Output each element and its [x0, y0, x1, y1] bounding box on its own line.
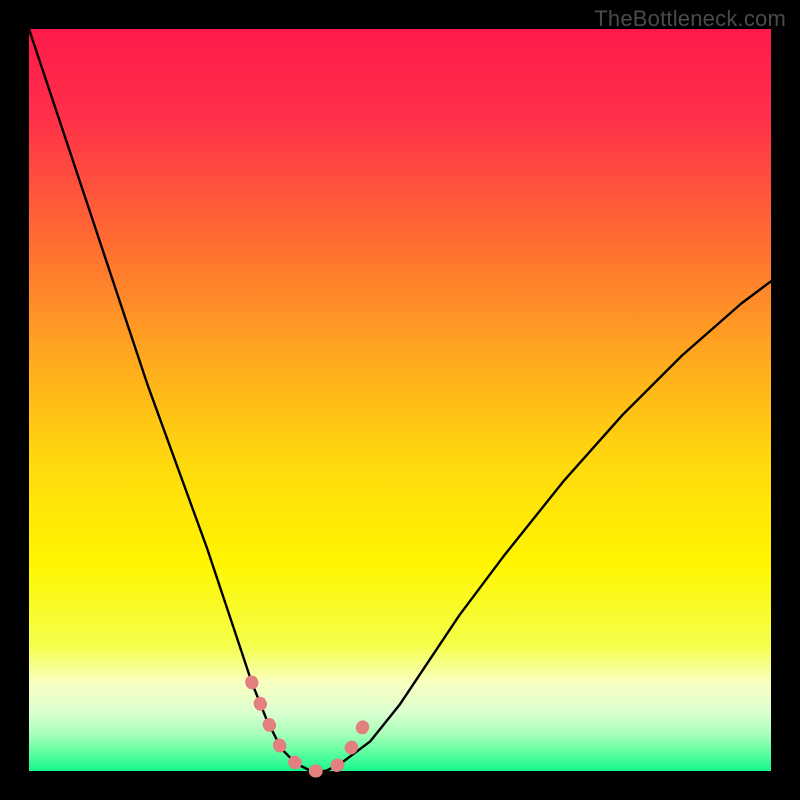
plot-background	[29, 29, 771, 771]
bottleneck-chart	[0, 0, 800, 800]
chart-root: TheBottleneck.com	[0, 0, 800, 800]
watermark-text: TheBottleneck.com	[594, 6, 786, 32]
